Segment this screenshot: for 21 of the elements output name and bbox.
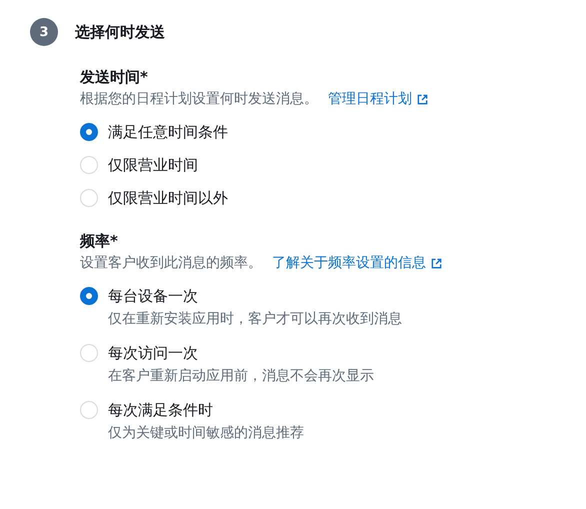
- option-hint: 仅为关键或时间敏感的消息推荐: [108, 424, 304, 443]
- option-label: 仅限营业时间: [108, 155, 198, 175]
- external-link-icon: [417, 94, 428, 104]
- help-link[interactable]: 管理日程计划: [328, 88, 428, 110]
- option-label: 每次满足条件时: [108, 400, 214, 420]
- field-label: 频率*: [80, 231, 119, 252]
- radio-button[interactable]: [80, 287, 98, 305]
- option-label: 满足任意时间条件: [108, 122, 228, 142]
- option-hint: 在客户重新启动应用前，消息不会再次显示: [108, 367, 374, 386]
- field-label: 发送时间*: [80, 67, 149, 88]
- help-link[interactable]: 了解关于频率设置的信息: [272, 252, 442, 274]
- option-label: 每次访问一次: [108, 343, 199, 363]
- radio-button[interactable]: [80, 123, 98, 141]
- step-number: 3: [30, 18, 58, 46]
- step-title: 选择何时发送: [75, 22, 165, 42]
- external-link-icon: [431, 258, 442, 268]
- field-description: 根据您的日程计划设置何时发送消息。: [80, 90, 318, 109]
- field-description: 设置客户收到此消息的频率。: [80, 254, 262, 273]
- option-label: 仅限营业时间以外: [108, 188, 228, 208]
- option-label: 每台设备一次: [108, 286, 199, 306]
- option-hint: 仅在重新安装应用时，客户才可以再次收到消息: [108, 310, 402, 329]
